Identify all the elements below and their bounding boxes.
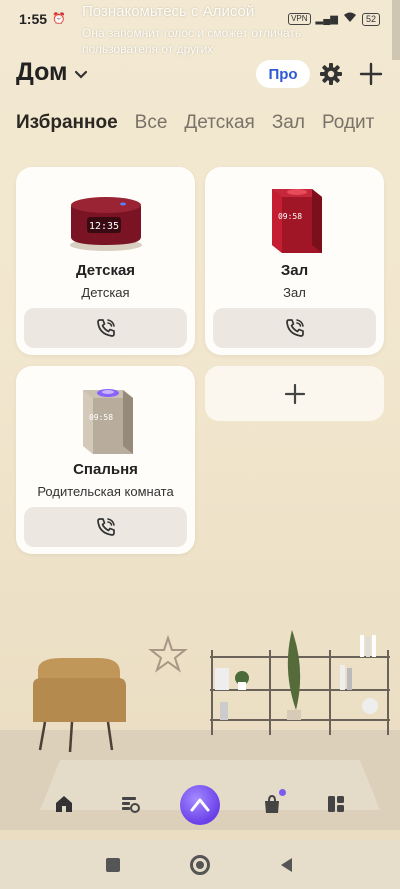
status-time: 1:55 xyxy=(19,11,48,27)
alice-button[interactable] xyxy=(180,785,220,825)
home-selector[interactable]: Дом xyxy=(16,58,88,87)
home-button-icon[interactable] xyxy=(190,855,210,875)
notification-edge xyxy=(392,0,400,60)
wifi-icon xyxy=(343,12,357,26)
device-name: Спальня xyxy=(73,461,138,478)
device-name: Детская xyxy=(75,262,136,279)
notification-title[interactable]: Познакомьтесь с Алисой xyxy=(82,3,254,20)
call-button[interactable] xyxy=(24,308,187,348)
gear-icon[interactable] xyxy=(318,61,344,87)
speaker-midi-image: 09:58 xyxy=(271,189,322,253)
scenarios-nav-icon[interactable] xyxy=(116,790,144,818)
vpn-badge: VPN xyxy=(288,13,311,25)
speaker-clock: 09:58 xyxy=(88,413,112,422)
home-title: Дом xyxy=(16,58,68,86)
home-nav-icon[interactable] xyxy=(50,790,78,818)
device-room: Родительская комната xyxy=(37,484,174,499)
speaker-mini-image: 12:35 xyxy=(69,197,142,251)
speaker-clock: 12:35 xyxy=(88,221,118,232)
phone-call-icon xyxy=(285,319,304,337)
device-room: Детская xyxy=(81,285,130,300)
alarm-icon: ⏰ xyxy=(52,13,66,25)
tab-favorites[interactable]: Избранное xyxy=(16,112,118,134)
device-room: Зал xyxy=(283,285,306,300)
tab-all[interactable]: Все xyxy=(135,112,168,134)
signal-icon: ▂▄▆ xyxy=(315,13,338,25)
battery-indicator: 52 xyxy=(361,12,380,26)
plus-icon xyxy=(284,383,305,404)
tab-hall[interactable]: Зал xyxy=(272,112,305,134)
tab-kids-room[interactable]: Детская xyxy=(184,112,254,134)
system-navigation-bar xyxy=(0,840,400,889)
pro-button[interactable]: Про xyxy=(256,60,310,88)
phone-call-icon xyxy=(96,319,115,337)
device-card[interactable]: 09:58 Зал Зал xyxy=(205,167,384,355)
speaker-midi-image: 09:58 xyxy=(82,389,133,454)
notification-dot xyxy=(279,789,286,796)
tab-parents-room[interactable]: Родит xyxy=(322,112,374,134)
device-card[interactable]: 09:58 Спальня Родительская комната xyxy=(16,366,195,554)
status-indicators: VPN ▂▄▆ 52 xyxy=(288,12,380,26)
call-button[interactable] xyxy=(213,308,376,348)
call-button[interactable] xyxy=(24,507,187,547)
chevron-down-icon xyxy=(74,58,88,87)
speaker-clock: 09:58 xyxy=(277,212,301,221)
room-tabs: Избранное Все Детская Зал Родит xyxy=(16,112,374,134)
recent-apps-icon[interactable] xyxy=(106,858,120,872)
notification-text[interactable]: Она запомнит голос и сможет отличать пол… xyxy=(82,25,342,57)
back-icon[interactable] xyxy=(278,856,294,879)
device-name: Зал xyxy=(280,262,309,279)
services-nav-icon[interactable] xyxy=(322,790,350,818)
device-card[interactable]: 12:35 Детская Детская xyxy=(16,167,195,355)
phone-call-icon xyxy=(96,518,115,536)
status-bar: 1:55 ⏰ Познакомьтесь с Алисой Она запомн… xyxy=(0,0,400,60)
alice-icon xyxy=(190,798,210,812)
add-device-icon[interactable] xyxy=(358,61,384,87)
add-device-card[interactable] xyxy=(205,366,384,421)
